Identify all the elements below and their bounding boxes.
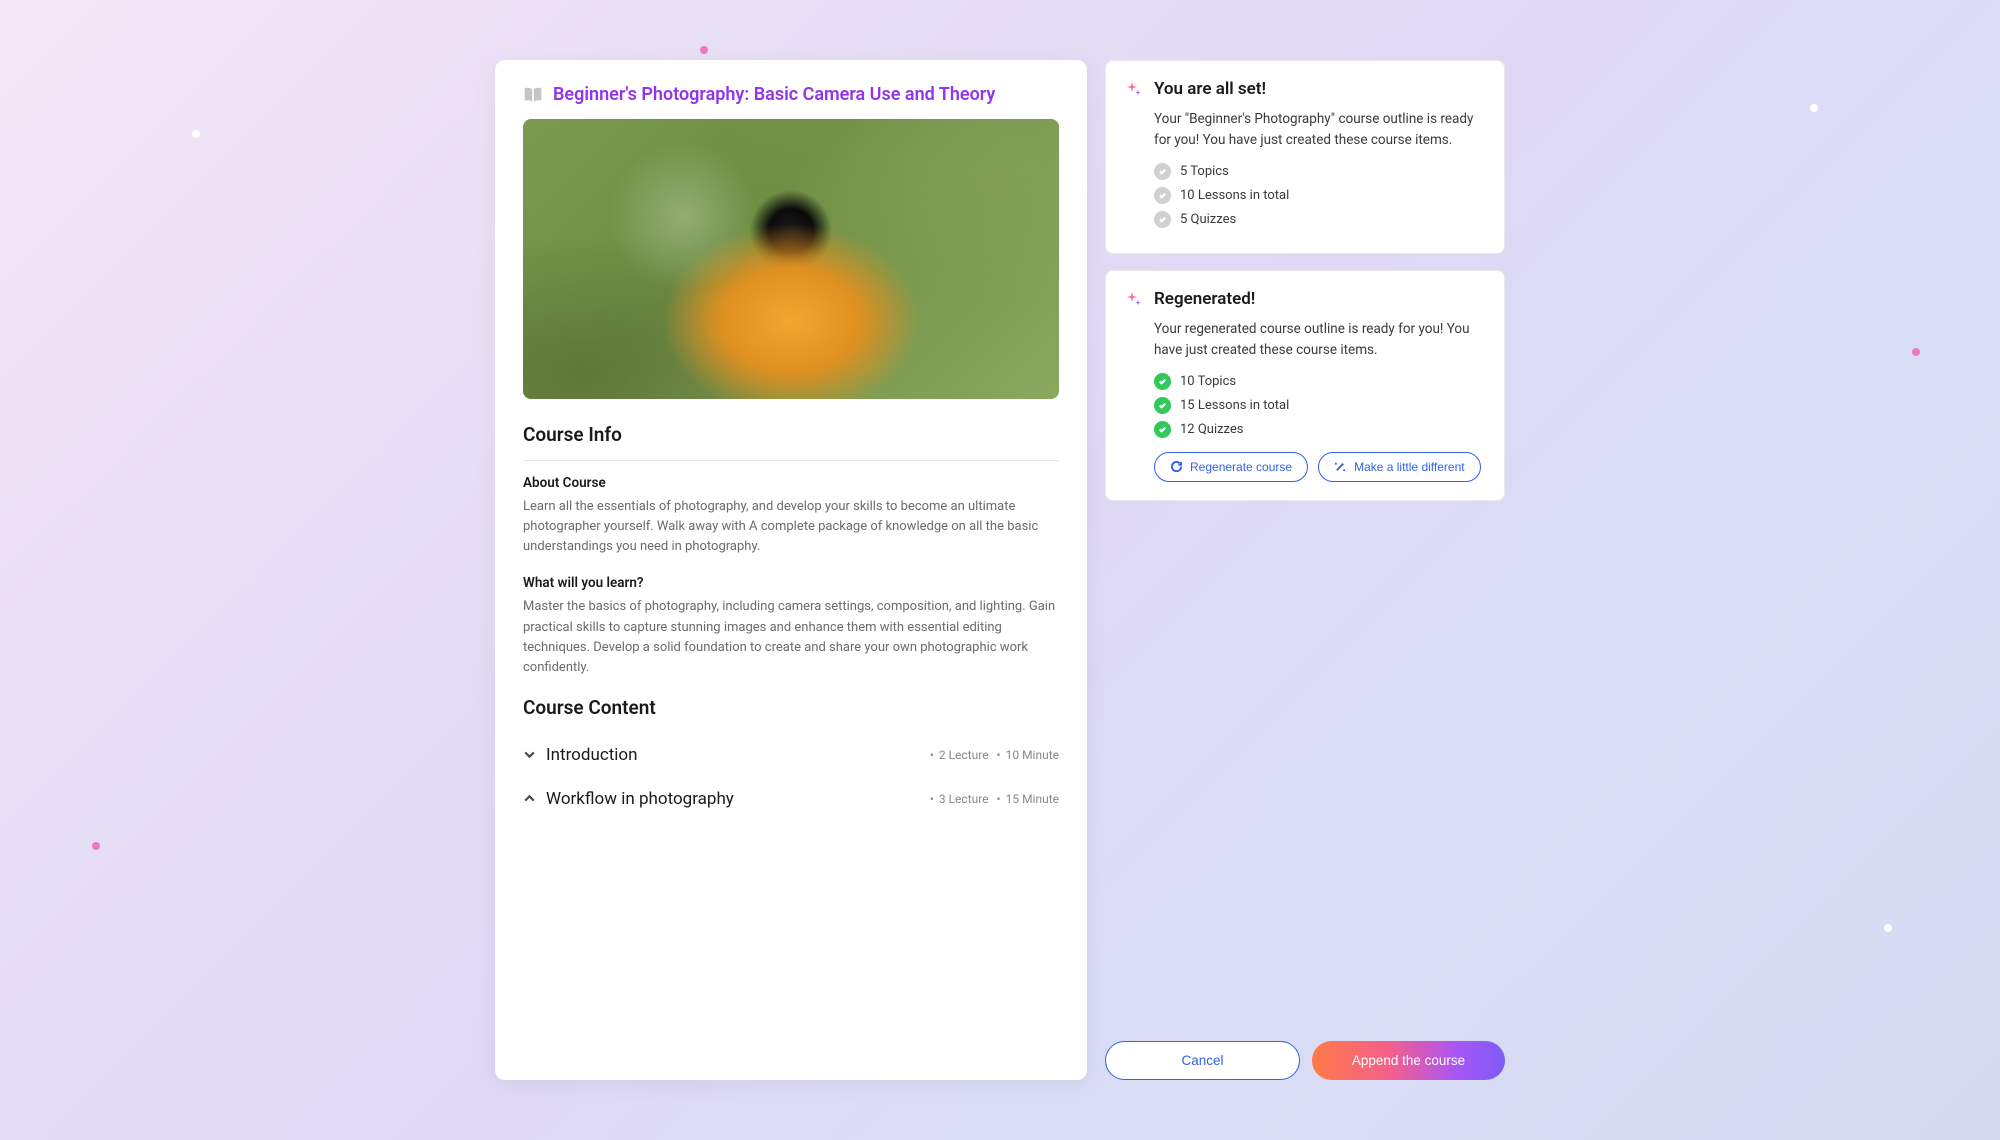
content-item-meta: •3 Lecture •15 Minute <box>925 792 1059 806</box>
about-course-heading: About Course <box>523 475 1059 491</box>
content-item-title: Workflow in photography <box>546 789 734 809</box>
check-icon <box>1154 421 1171 438</box>
status-card-allset: You are all set! Your "Beginner's Photog… <box>1105 60 1505 254</box>
course-title: Beginner's Photography: Basic Camera Use… <box>553 84 995 105</box>
check-quizzes: 5 Quizzes <box>1154 211 1484 228</box>
check-topics: 5 Topics <box>1154 163 1484 180</box>
content-item-introduction[interactable]: Introduction •2 Lecture •10 Minute <box>523 733 1059 777</box>
refresh-icon <box>1170 460 1183 473</box>
check-icon <box>1154 397 1171 414</box>
check-icon <box>1154 187 1171 204</box>
check-topics: 10 Topics <box>1154 373 1484 390</box>
content-item-title: Introduction <box>546 745 638 765</box>
check-lessons: 10 Lessons in total <box>1154 187 1484 204</box>
regenerate-course-button[interactable]: Regenerate course <box>1154 452 1308 482</box>
footer-actions: Cancel Append the course <box>1105 1021 1505 1080</box>
course-content-heading: Course Content <box>523 696 1059 719</box>
content-item-meta: •2 Lecture •10 Minute <box>925 748 1059 762</box>
status-title: Regenerated! <box>1154 289 1484 309</box>
course-preview-panel: Beginner's Photography: Basic Camera Use… <box>495 60 1087 1080</box>
about-course-text: Learn all the essentials of photography,… <box>523 497 1059 557</box>
check-icon <box>1154 373 1171 390</box>
divider <box>523 460 1059 461</box>
check-lessons: 15 Lessons in total <box>1154 397 1484 414</box>
what-learn-text: Master the basics of photography, includ… <box>523 597 1059 678</box>
status-desc: Your "Beginner's Photography" course out… <box>1154 109 1484 151</box>
content-item-workflow[interactable]: Workflow in photography •3 Lecture •15 M… <box>523 777 1059 821</box>
wand-icon <box>1334 460 1347 473</box>
make-different-button[interactable]: Make a little different <box>1318 452 1481 482</box>
book-icon <box>523 86 543 104</box>
what-learn-heading: What will you learn? <box>523 575 1059 591</box>
status-desc: Your regenerated course outline is ready… <box>1154 319 1484 361</box>
check-icon <box>1154 163 1171 180</box>
append-course-button[interactable]: Append the course <box>1312 1041 1505 1080</box>
course-hero-image <box>523 119 1059 399</box>
cancel-button[interactable]: Cancel <box>1105 1041 1300 1080</box>
chevron-up-icon <box>523 792 536 805</box>
status-panel: You are all set! Your "Beginner's Photog… <box>1105 60 1505 1080</box>
check-icon <box>1154 211 1171 228</box>
sparkle-icon <box>1126 82 1142 98</box>
status-title: You are all set! <box>1154 79 1484 99</box>
sparkle-icon <box>1126 292 1142 308</box>
status-card-regenerated: Regenerated! Your regenerated course out… <box>1105 270 1505 501</box>
chevron-down-icon <box>523 748 536 761</box>
check-quizzes: 12 Quizzes <box>1154 421 1484 438</box>
course-info-heading: Course Info <box>523 423 1059 446</box>
